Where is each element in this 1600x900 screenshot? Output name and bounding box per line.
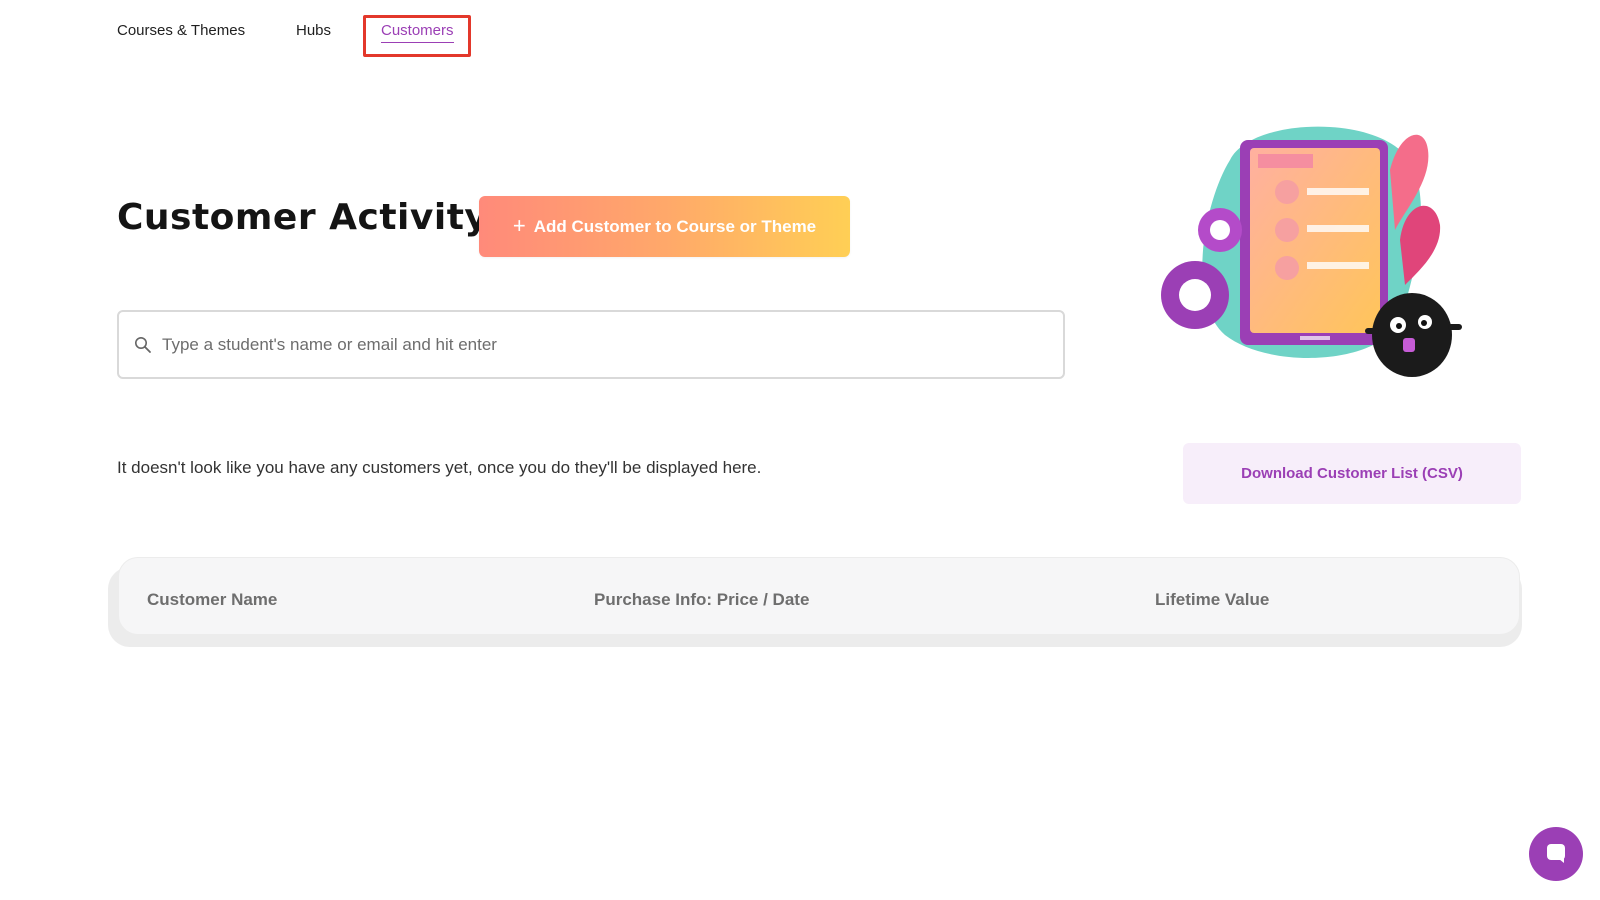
search-input[interactable] [160,311,1063,378]
add-customer-button[interactable]: + Add Customer to Course or Theme [479,196,850,257]
search-box [117,310,1065,379]
empty-state-message: It doesn't look like you have any custom… [117,458,762,477]
top-nav: Courses & Themes Hubs Customers [0,0,1600,64]
highlight-box [363,15,471,57]
plus-icon: + [512,212,526,238]
add-customer-button-label: Add Customer to Course or Theme [533,216,817,236]
table-header: Customer Name Purchase Info: Price / Dat… [118,557,1520,635]
page-title: Customer Activity [117,197,489,238]
search-icon [134,336,152,354]
download-csv-button[interactable]: Download Customer List (CSV) [1183,443,1521,504]
nav-tab-courses-themes[interactable]: Courses & Themes [117,22,245,39]
column-header-lifetime-value[interactable]: Lifetime Value [1155,590,1269,610]
column-header-customer-name[interactable]: Customer Name [147,590,277,610]
page: Courses & Themes Hubs Customers Customer… [0,0,1600,900]
chat-launcher-button[interactable] [1529,827,1583,881]
column-header-purchase-info[interactable]: Purchase Info: Price / Date [594,590,809,610]
nav-tab-hubs[interactable]: Hubs [296,22,331,39]
customer-illustration [1150,120,1470,380]
chat-bubble-icon [1544,841,1568,868]
